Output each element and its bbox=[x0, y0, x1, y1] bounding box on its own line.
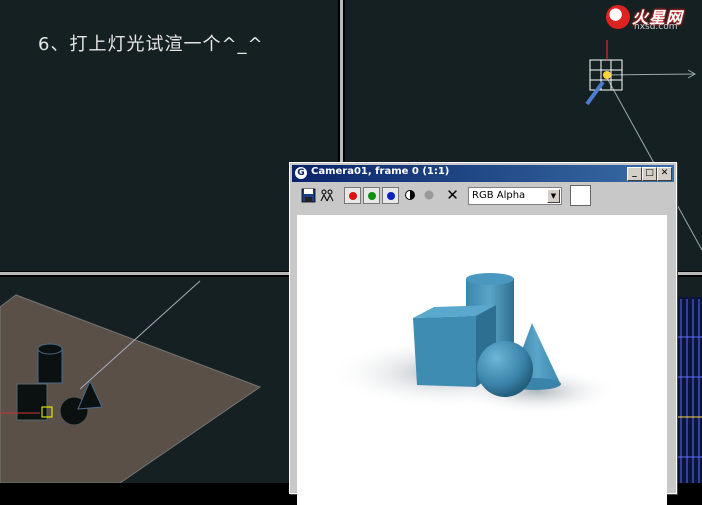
window-title-bar[interactable]: G Camera01, frame 0 (1:1) _ □ ✕ bbox=[292, 165, 674, 182]
perspective-scene[interactable] bbox=[0, 277, 338, 483]
minimize-button[interactable]: _ bbox=[627, 167, 642, 181]
monochrome-icon bbox=[405, 190, 415, 200]
maximize-button[interactable]: □ bbox=[642, 167, 657, 181]
alpha-button[interactable] bbox=[421, 187, 438, 204]
color-swatch[interactable] bbox=[570, 185, 591, 206]
channel-select-value: RGB Alpha bbox=[472, 190, 526, 201]
sphere-object bbox=[477, 341, 533, 397]
blue-channel-icon bbox=[387, 192, 395, 200]
chevron-down-icon[interactable]: ▼ bbox=[547, 189, 560, 203]
rendered-image bbox=[327, 273, 617, 415]
max-icon: G bbox=[295, 167, 307, 179]
channel-select[interactable]: RGB Alpha ▼ bbox=[468, 187, 562, 205]
render-toolbar: ✕ RGB Alpha ▼ bbox=[292, 184, 674, 210]
viewport-bottom-left[interactable] bbox=[0, 277, 338, 483]
clear-button[interactable]: ✕ bbox=[444, 187, 461, 204]
render-canvas bbox=[297, 215, 667, 505]
logo-sub-text: hxsd.com bbox=[634, 22, 678, 32]
close-button[interactable]: ✕ bbox=[657, 167, 672, 181]
red-channel-icon bbox=[349, 192, 357, 200]
blue-channel-button[interactable] bbox=[382, 187, 399, 204]
site-logo: 火星网 hxsd.com bbox=[604, 4, 696, 34]
clone-icon bbox=[320, 189, 334, 202]
logo-mark-icon bbox=[606, 5, 630, 29]
clone-button[interactable] bbox=[319, 187, 336, 204]
red-channel-button[interactable] bbox=[344, 187, 361, 204]
window-title: Camera01, frame 0 (1:1) bbox=[311, 166, 450, 177]
render-frame-window[interactable]: G Camera01, frame 0 (1:1) _ □ ✕ ✕ RGB Al… bbox=[289, 162, 677, 505]
green-channel-icon bbox=[368, 192, 376, 200]
green-channel-button[interactable] bbox=[363, 187, 380, 204]
caption-text: 6、打上灯光试渲一个^_^ bbox=[38, 34, 264, 55]
save-button[interactable] bbox=[300, 187, 317, 204]
mono-button[interactable] bbox=[402, 187, 419, 204]
alpha-channel-icon bbox=[424, 190, 434, 200]
save-icon bbox=[301, 188, 316, 203]
